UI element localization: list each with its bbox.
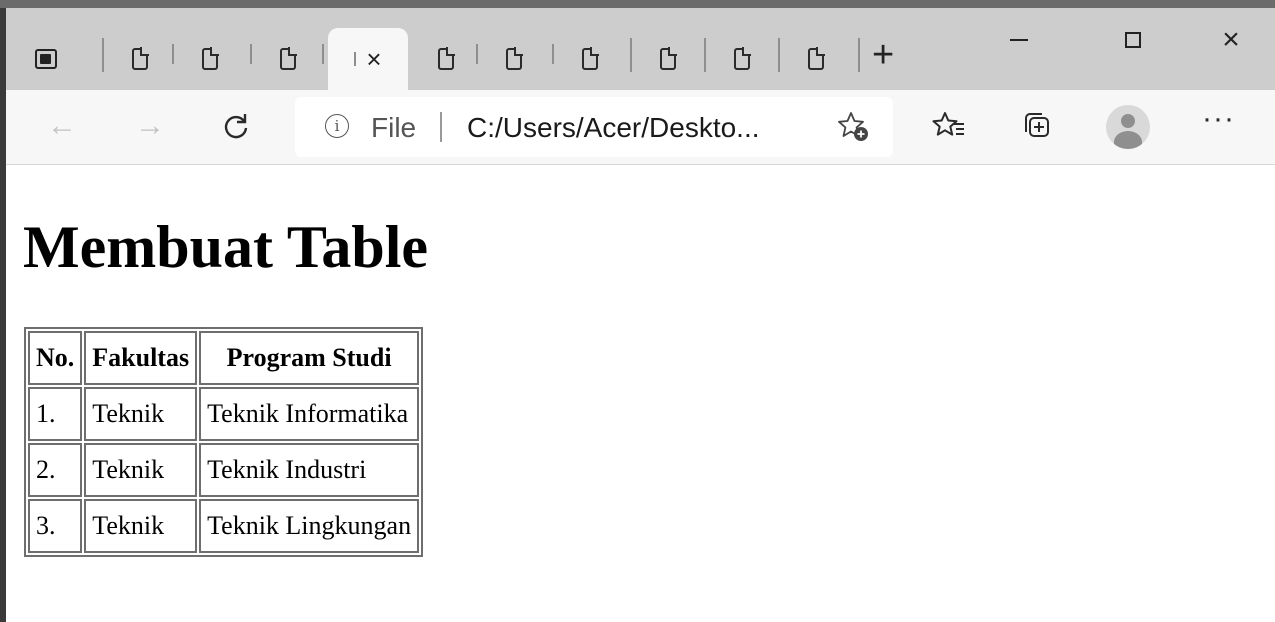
add-favorite-icon[interactable] [837, 110, 871, 144]
tab-strip: × + × [6, 8, 1275, 90]
avatar-head [1121, 114, 1135, 128]
document-icon [660, 47, 677, 70]
tab-9[interactable] [706, 28, 778, 90]
tab-7[interactable] [554, 28, 626, 90]
close-tab-icon[interactable]: × [366, 46, 381, 72]
minimize-button[interactable] [996, 22, 1042, 58]
table-row: 2. Teknik Teknik Industri [28, 443, 420, 497]
tab-title-fragment [354, 52, 357, 66]
table-cell: Teknik [84, 443, 198, 497]
table-cell: Teknik [84, 499, 198, 553]
new-tab-button[interactable]: + [872, 36, 894, 74]
close-icon: × [1222, 23, 1240, 56]
tab-3[interactable] [252, 28, 324, 90]
page-content: Membuat Table No. Fakultas Program Studi… [6, 165, 1275, 622]
table-header-row: No. Fakultas Program Studi [28, 331, 420, 385]
close-window-button[interactable]: × [1208, 22, 1254, 58]
tab-6[interactable] [478, 28, 550, 90]
table-cell: 1. [28, 387, 83, 441]
tab-2[interactable] [174, 28, 246, 90]
forward-button[interactable]: → [130, 106, 170, 146]
table-cell: Teknik Informatika [199, 387, 420, 441]
table-cell: 2. [28, 443, 83, 497]
tab-separator [322, 44, 324, 64]
page-title: Membuat Table [23, 214, 429, 280]
address-bar[interactable]: i File C:/Users/Acer/Deskto... [295, 97, 893, 157]
tab-10[interactable] [780, 28, 852, 90]
minimize-icon [1010, 39, 1028, 41]
desktop-strip [0, 0, 1275, 8]
table-cell: Teknik Lingkungan [199, 499, 420, 553]
document-icon [506, 47, 523, 70]
refresh-button[interactable] [216, 106, 256, 146]
tab-separator [858, 38, 860, 72]
document-icon [734, 47, 751, 70]
document-icon [202, 47, 219, 70]
forward-arrow-icon: → [135, 109, 165, 142]
scheme-label: File [371, 112, 417, 143]
tab-active[interactable]: × [328, 28, 408, 90]
info-icon[interactable]: i [325, 114, 349, 138]
browser-toolbar: ← → i File C:/Users/Acer/Deskto... ··· [6, 90, 1275, 165]
document-icon [438, 47, 455, 70]
profile-avatar[interactable] [1106, 105, 1150, 149]
url-text[interactable]: C:/Users/Acer/Deskto... [467, 112, 760, 144]
avatar-body [1114, 131, 1142, 149]
table-row: 3. Teknik Teknik Lingkungan [28, 499, 420, 553]
table-cell: Teknik Industri [199, 443, 420, 497]
maximize-button[interactable] [1110, 22, 1156, 58]
address-separator [440, 112, 442, 142]
workspaces-icon [35, 49, 57, 69]
refresh-icon [224, 114, 248, 139]
tab-1[interactable] [104, 28, 176, 90]
back-arrow-icon: ← [47, 109, 77, 142]
table-row: 1. Teknik Teknik Informatika [28, 387, 420, 441]
document-icon [132, 47, 149, 70]
header-fakultas: Fakultas [84, 331, 198, 385]
header-no: No. [28, 331, 83, 385]
back-button[interactable]: ← [42, 106, 82, 146]
workspaces-button[interactable] [20, 28, 72, 90]
header-program-studi: Program Studi [199, 331, 420, 385]
tab-8[interactable] [632, 28, 704, 90]
collections-icon[interactable] [1022, 110, 1054, 142]
table-cell: 3. [28, 499, 83, 553]
more-icon[interactable]: ··· [1202, 102, 1235, 136]
favorites-icon[interactable] [932, 110, 966, 142]
maximize-icon [1125, 32, 1141, 48]
document-icon [582, 47, 599, 70]
document-icon [280, 47, 297, 70]
document-icon [808, 47, 825, 70]
tab-5[interactable] [410, 28, 482, 90]
table-cell: Teknik [84, 387, 198, 441]
data-table: No. Fakultas Program Studi 1. Teknik Tek… [24, 327, 424, 557]
